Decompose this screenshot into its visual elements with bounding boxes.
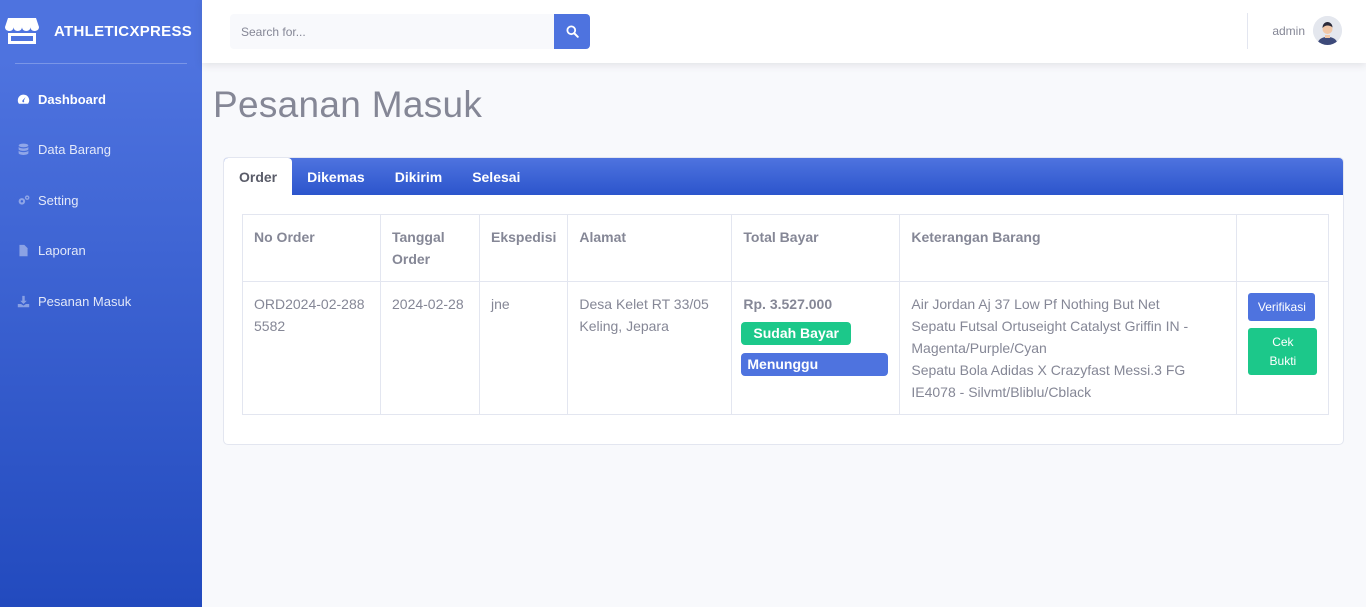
check-proof-button[interactable]: Cek Bukti (1248, 328, 1318, 375)
sidebar-item-data-barang[interactable]: Data Barang (0, 125, 202, 176)
user-menu[interactable]: admin (1272, 16, 1342, 45)
cell-ekspedisi: jne (478, 281, 569, 415)
search-icon (565, 25, 579, 38)
order-tabs: Order Dikemas Dikirim Selesai (224, 158, 1343, 195)
avatar (1313, 16, 1342, 45)
sidebar-divider (15, 63, 187, 64)
col-total-bayar: Total Bayar (731, 214, 901, 282)
sidebar-item-label: Pesanan Masuk (38, 293, 132, 309)
sidebar: ATHLETICXPRESS Dashboard Data Barang Set… (0, 0, 202, 607)
search-group (230, 14, 590, 49)
sidebar-item-label: Data Barang (38, 142, 111, 158)
search-input[interactable] (230, 14, 554, 49)
sidebar-item-laporan[interactable]: Laporan (0, 226, 202, 277)
file-icon (16, 244, 30, 258)
cell-actions: Verifikasi Cek Bukti (1236, 281, 1330, 415)
table-row: ORD2024-02-2885582 2024-02-28 jne Desa K… (242, 281, 1330, 415)
tab-order[interactable]: Order (224, 158, 293, 195)
tab-dikirim[interactable]: Dikirim (380, 158, 457, 195)
tab-selesai[interactable]: Selesai (457, 158, 535, 195)
cell-alamat: Desa Kelet RT 33/05 Keling, Jepara (567, 281, 733, 415)
page-title: Pesanan Masuk (213, 84, 483, 125)
sidebar-item-pesanan-masuk[interactable]: Pesanan Masuk (0, 276, 202, 327)
brand-name: ATHLETICXPRESS (54, 22, 193, 40)
col-actions (1236, 214, 1330, 282)
database-icon (16, 143, 30, 157)
download-icon (16, 294, 30, 308)
payment-status-badge: Sudah Bayar (741, 322, 851, 345)
sidebar-item-label: Dashboard (38, 91, 106, 107)
brand[interactable]: ATHLETICXPRESS (0, 0, 202, 62)
col-keterangan-barang: Keterangan Barang (899, 214, 1238, 282)
col-tanggal-order: Tanggal Order (380, 214, 480, 282)
list-item: Sepatu Bola Adidas X Crazyfast Messi.3 F… (911, 362, 1186, 400)
col-no-order: No Order (242, 214, 381, 282)
orders-table: No Order Tanggal Order Ekspedisi Alamat … (242, 214, 1330, 415)
topbar: admin (202, 0, 1366, 63)
list-item: Sepatu Futsal Ortuseight Catalyst Griffi… (911, 318, 1189, 356)
col-ekspedisi: Ekspedisi (478, 214, 569, 282)
sidebar-item-dashboard[interactable]: Dashboard (0, 74, 202, 125)
topbar-divider (1247, 13, 1248, 49)
sidebar-item-label: Laporan (38, 243, 86, 259)
sidebar-item-setting[interactable]: Setting (0, 175, 202, 226)
cell-keterangan: Air Jordan Aj 37 Low Pf Nothing But Net … (899, 281, 1238, 415)
cell-no-order: ORD2024-02-2885582 (242, 281, 381, 415)
tab-dikemas[interactable]: Dikemas (292, 158, 380, 195)
cell-total-bayar: Rp. 3.527.000 Sudah Bayar Menunggu Verif… (731, 281, 901, 415)
store-icon (5, 16, 39, 46)
sidebar-item-label: Setting (38, 192, 79, 208)
total-amount: Rp. 3.527.000 (743, 296, 833, 312)
user-name: admin (1272, 23, 1305, 38)
orders-card: Order Dikemas Dikirim Selesai No Order T… (223, 157, 1344, 445)
table-header-row: No Order Tanggal Order Ekspedisi Alamat … (242, 214, 1330, 282)
verify-button[interactable]: Verifikasi (1248, 293, 1316, 321)
list-item: Air Jordan Aj 37 Low Pf Nothing But Net (911, 296, 1160, 312)
search-button[interactable] (554, 14, 590, 49)
verification-status-badge: Menunggu Verifikasi (741, 353, 889, 395)
tachometer-icon (16, 92, 30, 106)
cogs-icon (16, 193, 30, 207)
col-alamat: Alamat (567, 214, 733, 282)
cell-tanggal: 2024-02-28 (380, 281, 480, 415)
